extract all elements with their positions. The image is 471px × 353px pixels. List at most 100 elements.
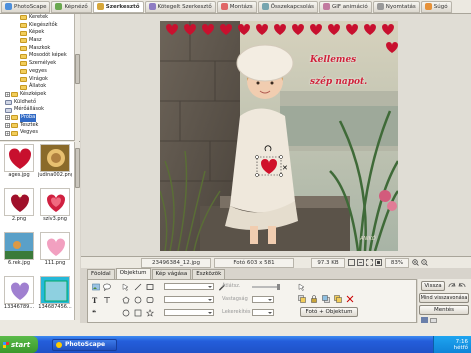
square-icon[interactable] <box>134 309 142 317</box>
thumbnail-item[interactable]: 13346789... <box>2 276 36 316</box>
lock-icon[interactable] <box>310 295 318 303</box>
zoom-in-icon[interactable] <box>412 259 419 266</box>
tab-object[interactable]: Objektum <box>115 268 151 279</box>
delete-object-icon[interactable] <box>346 295 354 303</box>
tree-item-label: Készképek <box>20 90 47 97</box>
undo-icon[interactable] <box>458 282 466 290</box>
folder-tree[interactable]: Keretek Kiegészítők Képek Masz Maszkok Mosodó… <box>0 14 74 141</box>
style-dropdown[interactable] <box>164 309 214 316</box>
tab-k-tegelt-szerkeszt-[interactable]: Kötegelt Szerkesztő <box>144 0 216 13</box>
thickness-dropdown[interactable] <box>252 296 274 303</box>
tree-item[interactable]: Képek <box>0 29 74 37</box>
tab-crop[interactable]: Kép vágása <box>151 269 192 279</box>
tree-item[interactable]: Állatok <box>0 83 74 91</box>
fullscreen-icon[interactable] <box>366 259 373 266</box>
select-arrow-icon[interactable] <box>298 283 306 291</box>
expand-icon[interactable]: + <box>5 130 10 136</box>
expand-icon[interactable]: + <box>5 122 10 128</box>
opacity-slider[interactable] <box>252 284 280 290</box>
tab-nyomtat-s[interactable]: Nyomtatás <box>372 0 420 13</box>
copy-object-icon[interactable] <box>334 295 342 303</box>
polygon-icon[interactable] <box>122 296 130 304</box>
ellipse-icon[interactable] <box>134 296 142 304</box>
back-button[interactable]: Vissza <box>421 281 445 291</box>
bring-front-icon[interactable] <box>298 295 306 303</box>
expand-icon[interactable]: + <box>5 92 10 98</box>
photo-object-button[interactable]: Fotó + Objektum <box>300 307 358 317</box>
quote-icon[interactable]: ❝ <box>92 309 96 317</box>
tree-item[interactable]: + Próba <box>0 113 74 122</box>
rounding-dropdown[interactable] <box>252 309 274 316</box>
photo-object-icon[interactable] <box>92 283 100 291</box>
tab-gif-anim-ci-[interactable]: GIF animáció <box>318 0 372 13</box>
rounded-rect-icon[interactable] <box>146 296 154 304</box>
speech-balloon-icon[interactable] <box>103 283 111 291</box>
system-tray[interactable]: 7:16 hétfő <box>433 336 471 353</box>
tree-item[interactable]: Keretek <box>0 14 74 22</box>
star-icon[interactable] <box>146 309 154 317</box>
thumbnail-item[interactable]: judina002.png <box>38 144 72 184</box>
folder-icon <box>20 46 27 52</box>
tree-item[interactable]: Masz <box>0 37 74 45</box>
tree-item[interactable]: + Tesztek <box>0 122 74 130</box>
tab-szerkeszt-[interactable]: Szerkesztő <box>92 0 144 13</box>
line-icon[interactable] <box>134 283 142 291</box>
rounding-label: Lekerekítés <box>222 309 251 315</box>
zoom-out-icon[interactable] <box>421 259 428 266</box>
tab--sszekapcsol-s[interactable]: Összekapcsolás <box>257 0 318 13</box>
tab-home[interactable]: Fõoldal <box>87 269 115 279</box>
tree-item[interactable]: + Vegyes <box>0 129 74 137</box>
save-button[interactable]: Mentés <box>419 305 469 315</box>
thumbnail-item[interactable]: 111.png <box>38 232 72 272</box>
start-button[interactable]: start <box>0 336 38 353</box>
tab-icon <box>148 3 156 10</box>
undo-all-button[interactable]: Mind visszavonása <box>419 293 469 303</box>
status-zoom[interactable]: 83% <box>385 257 409 268</box>
folder-tree-scrollbar[interactable] <box>74 14 80 141</box>
tree-item[interactable]: vegyes <box>0 68 74 76</box>
color-dropdown[interactable] <box>164 283 214 290</box>
redo-icon[interactable] <box>448 282 456 290</box>
fit-icon[interactable] <box>348 259 355 266</box>
scrollbar-thumb[interactable] <box>75 148 80 188</box>
tree-item[interactable]: Mérőállások <box>0 106 74 114</box>
tab-icon <box>96 3 104 10</box>
tree-item[interactable]: Mosodót képek <box>0 52 74 60</box>
tab-icon <box>5 3 12 10</box>
text-tool-icon[interactable]: T <box>92 296 97 305</box>
text-format-icon[interactable] <box>103 296 111 304</box>
tab-tools[interactable]: Eszközök <box>192 269 226 279</box>
taskbar-item-photoscape[interactable]: PhotoScape <box>52 338 117 351</box>
scrollbar-thumb[interactable] <box>75 54 80 84</box>
thumbnail-scrollbar[interactable] <box>74 142 80 320</box>
tree-item-label: vegyes <box>29 67 47 74</box>
thumbnail-image <box>40 232 70 260</box>
fill-dropdown[interactable] <box>164 296 214 303</box>
tab-label: GIF animáció <box>331 3 368 10</box>
thumbnail-item[interactable]: 6.rek.jpg <box>2 232 36 272</box>
rectangle-icon[interactable] <box>146 283 154 291</box>
windows-taskbar: start PhotoScape 7:16 hétfő <box>0 336 471 353</box>
tab-mont-zs[interactable]: Montázs <box>216 0 257 13</box>
thumbnail-item[interactable]: ages.jpg <box>2 144 36 184</box>
thumbnail-caption: szív3.png <box>43 216 67 222</box>
tab-k-pn-z-[interactable]: Képnéző <box>51 0 92 13</box>
thumbnail-item[interactable]: szív3.png <box>38 188 72 228</box>
photo-signature: ANIKÓ <box>360 236 376 242</box>
edited-photo[interactable]: ✕ Kellemes szép napot. ANIKÓ <box>160 21 398 251</box>
tab-photoscape[interactable]: PhotoScape <box>1 0 51 13</box>
tab-s-g-[interactable]: Súgó <box>420 0 452 13</box>
tree-item-label: Keretek <box>29 14 49 20</box>
tree-item[interactable]: + Készképek <box>0 91 74 99</box>
expand-icon[interactable]: + <box>5 115 10 121</box>
pointer-icon[interactable] <box>122 283 130 291</box>
thumbnail-caption: 111.png <box>44 260 66 266</box>
thumbnail-item[interactable]: 2.png <box>2 188 36 228</box>
thumbnail-item[interactable]: 134687456... <box>38 276 72 316</box>
actual-size-icon[interactable] <box>357 259 364 266</box>
zoom-mode-icon[interactable] <box>375 259 382 266</box>
tree-item[interactable]: Személyek <box>0 60 74 68</box>
circle-icon[interactable] <box>122 309 130 317</box>
send-back-icon[interactable] <box>322 295 330 303</box>
thumbnail-list[interactable]: ages.jpg judina002.png 2.png szív3.png 6.rek… <box>0 142 74 320</box>
